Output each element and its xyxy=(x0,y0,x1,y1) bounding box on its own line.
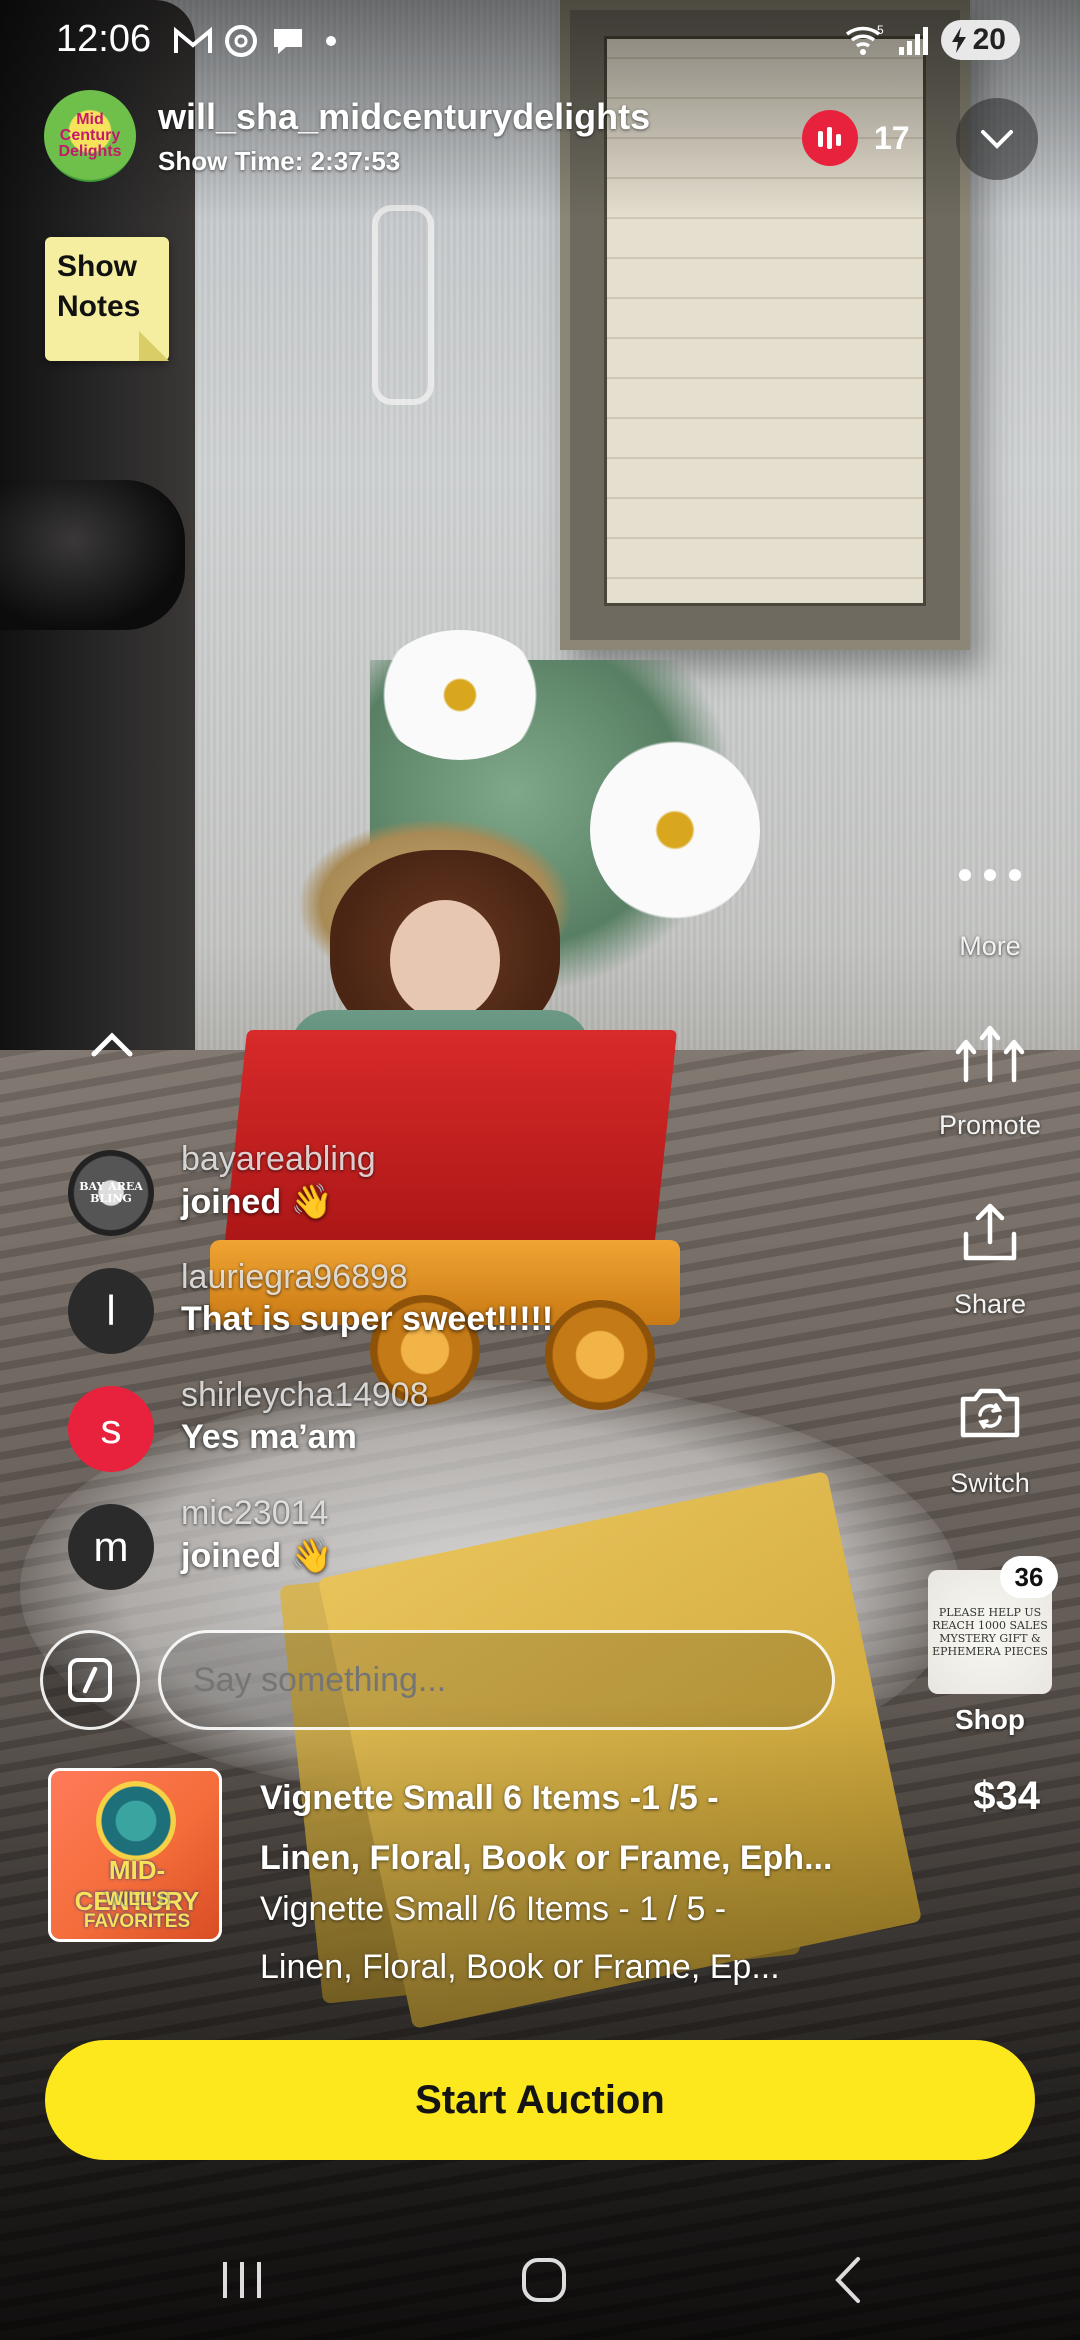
current-product[interactable]: MID-CENTURY WILL'S FAVORITES Vignette Sm… xyxy=(48,1768,1048,1988)
cabinet-knob xyxy=(0,480,185,630)
show-notes-line1: Show xyxy=(57,250,137,283)
viewer-count[interactable]: 17 xyxy=(874,120,910,157)
share-button[interactable]: Share xyxy=(918,1193,1062,1372)
chat-text: Yes ma’am xyxy=(181,1418,357,1456)
minimize-button[interactable] xyxy=(956,98,1038,180)
chat-feed: BAY AREA BLING bayareabling joined 👋 l l… xyxy=(68,1140,628,1612)
product-title: Vignette Small 6 Items -1 /5 - Linen, Fl… xyxy=(260,1768,840,1888)
chat-avatar[interactable]: BAY AREA BLING xyxy=(68,1150,154,1236)
chat-avatar-letter: m xyxy=(93,1523,129,1570)
chat-username[interactable]: bayareabling xyxy=(181,1140,376,1179)
chat-message[interactable]: BAY AREA BLING bayareabling joined 👋 xyxy=(68,1140,628,1258)
slash-command-icon xyxy=(68,1658,112,1702)
chat-avatar[interactable]: m xyxy=(68,1504,154,1590)
thumb-logo-text-2: WILL'S FAVORITES xyxy=(83,1889,191,1932)
chat-text: joined 👋 xyxy=(181,1183,333,1221)
chat-message[interactable]: m mic23014 joined 👋 xyxy=(68,1494,628,1612)
side-action-rail: More Promote Share Switch xyxy=(918,835,1062,1551)
expand-chat-button[interactable] xyxy=(82,1020,142,1070)
doll-face xyxy=(390,900,500,1020)
flower-1 xyxy=(375,630,545,760)
battery-charging-icon xyxy=(951,27,966,53)
status-time: 12:06 xyxy=(56,18,152,60)
shop-label[interactable]: Shop xyxy=(928,1704,1052,1736)
commands-button[interactable] xyxy=(40,1630,140,1730)
shop-card-text: PLEASE HELP US REACH 1000 SALES MYSTERY … xyxy=(932,1606,1048,1658)
back-button[interactable] xyxy=(808,2250,888,2310)
chat-message[interactable]: l lauriegra96898 That is super sweet!!!!… xyxy=(68,1258,628,1376)
more-label: More xyxy=(959,931,1021,961)
recents-button[interactable] xyxy=(202,2250,282,2310)
switch-label: Switch xyxy=(950,1468,1030,1498)
home-button[interactable] xyxy=(504,2250,584,2310)
switch-camera-icon xyxy=(960,1388,1020,1438)
chat-avatar[interactable]: s xyxy=(68,1386,154,1472)
chat-bubble-icon xyxy=(274,29,302,54)
chat-text: That is super sweet!!!!! xyxy=(181,1300,554,1338)
promote-button[interactable]: Promote xyxy=(918,1014,1062,1193)
product-thumbnail[interactable]: MID-CENTURY WILL'S FAVORITES xyxy=(48,1768,222,1942)
signal-icon xyxy=(898,27,928,55)
chat-username[interactable]: shirleycha14908 xyxy=(181,1376,429,1415)
chat-compose-row xyxy=(40,1630,840,1734)
more-dots-icon xyxy=(959,869,1021,881)
show-notes-button[interactable]: Show Notes xyxy=(45,237,169,361)
host-header: Mid Century Delights will_sha_midcentury… xyxy=(44,90,1044,190)
chat-username[interactable]: mic23014 xyxy=(181,1494,328,1533)
flower-2 xyxy=(590,740,760,920)
host-username[interactable]: will_sha_midcenturydelights xyxy=(158,96,650,138)
share-label: Share xyxy=(953,1289,1027,1319)
chevron-up-icon xyxy=(91,1032,133,1057)
host-avatar[interactable]: Mid Century Delights xyxy=(44,90,136,182)
host-avatar-text: Mid Century Delights xyxy=(58,111,122,160)
show-notes-line2: Notes xyxy=(57,290,141,323)
chat-avatar-logo-text: BAY AREA BLING xyxy=(79,1180,143,1205)
svg-text:5: 5 xyxy=(877,23,884,37)
live-bars-icon xyxy=(818,127,841,149)
show-time: Show Time: 2:37:53 xyxy=(158,146,401,176)
system-navigation-bar xyxy=(0,2220,1080,2340)
chat-avatar-letter: l xyxy=(106,1287,116,1334)
shop-item-count-badge: 36 xyxy=(1000,1556,1058,1598)
product-title-line2: Linen, Floral, Book or Frame, Eph... xyxy=(260,1839,833,1877)
threads-icon xyxy=(225,25,257,57)
wall-hook xyxy=(372,205,434,405)
gmail-icon xyxy=(174,26,212,53)
promote-label: Promote xyxy=(938,1110,1042,1140)
share-icon xyxy=(963,1203,1017,1261)
back-chevron-icon xyxy=(835,2257,860,2303)
system-icons: 5 20 xyxy=(843,20,1020,60)
chat-username[interactable]: lauriegra96898 xyxy=(181,1258,408,1297)
dot-icon xyxy=(326,36,336,46)
more-button[interactable]: More xyxy=(918,835,1062,1014)
recents-icon xyxy=(223,2262,261,2298)
product-desc-line2: Linen, Floral, Book or Frame, Ep... xyxy=(260,1948,780,1986)
live-viewers-badge[interactable] xyxy=(802,110,858,166)
start-auction-button[interactable]: Start Auction xyxy=(45,2040,1035,2160)
notification-icons xyxy=(172,22,346,60)
wifi-icon: 5 xyxy=(845,23,884,55)
chevron-down-icon xyxy=(981,130,1013,149)
product-price: $34 xyxy=(973,1774,1040,1818)
status-bar: 12:06 5 20 xyxy=(0,0,1080,90)
battery-indicator: 20 xyxy=(940,20,1020,60)
chat-avatar[interactable]: l xyxy=(68,1268,154,1354)
chat-input[interactable] xyxy=(158,1630,835,1730)
product-description: Vignette Small /6 Items - 1 / 5 - Linen,… xyxy=(260,1880,840,1996)
home-icon xyxy=(522,2258,566,2302)
promote-arrows-icon xyxy=(955,1025,1025,1083)
chat-text: joined 👋 xyxy=(181,1537,333,1575)
switch-camera-button[interactable]: Switch xyxy=(918,1372,1062,1551)
peacock-logo-icon xyxy=(96,1781,176,1861)
chat-message[interactable]: s shirleycha14908 Yes ma’am xyxy=(68,1376,628,1494)
chat-avatar-letter: s xyxy=(100,1405,122,1452)
battery-level: 20 xyxy=(972,23,1006,56)
product-desc-line1: Vignette Small /6 Items - 1 / 5 - xyxy=(260,1890,727,1928)
product-title-line1: Vignette Small 6 Items -1 /5 - xyxy=(260,1779,719,1817)
